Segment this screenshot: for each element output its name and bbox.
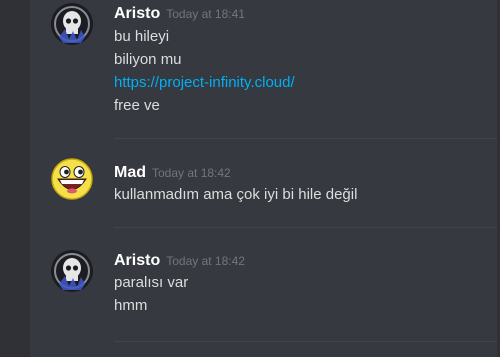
skull-avatar-icon[interactable] bbox=[51, 250, 93, 292]
message-text: paralısı var bbox=[114, 274, 189, 291]
message-divider bbox=[114, 138, 497, 139]
skull-avatar-icon[interactable] bbox=[51, 3, 93, 45]
message-group: Aristo Today at 18:42 paralısı var hmm bbox=[30, 228, 497, 357]
message-divider bbox=[114, 341, 497, 342]
message-text: free ve bbox=[114, 97, 160, 114]
author-name[interactable]: Mad bbox=[114, 164, 146, 182]
message-timestamp: Today at 18:42 bbox=[166, 254, 245, 268]
message-text: kullanmadım ama çok iyi bi hile değil bbox=[114, 186, 358, 203]
message-text: biliyon mu bbox=[114, 51, 182, 68]
message-link[interactable]: https://project-infinity.cloud/ bbox=[114, 74, 295, 91]
message-text: bu hileyi bbox=[114, 28, 170, 45]
author-name[interactable]: Aristo bbox=[114, 5, 160, 23]
author-name[interactable]: Aristo bbox=[114, 252, 160, 270]
server-sidebar-strip bbox=[0, 0, 30, 357]
message-timestamp: Today at 18:42 bbox=[152, 166, 231, 180]
awesome-face-avatar-icon[interactable] bbox=[51, 158, 93, 200]
message-group: Mad Today at 18:42 kullanmadım ama çok i… bbox=[30, 140, 497, 228]
message-group: Aristo Today at 18:41 bu hileyi biliyon … bbox=[30, 0, 497, 140]
message-text: hmm bbox=[114, 297, 148, 314]
message-timestamp: Today at 18:41 bbox=[166, 7, 245, 21]
